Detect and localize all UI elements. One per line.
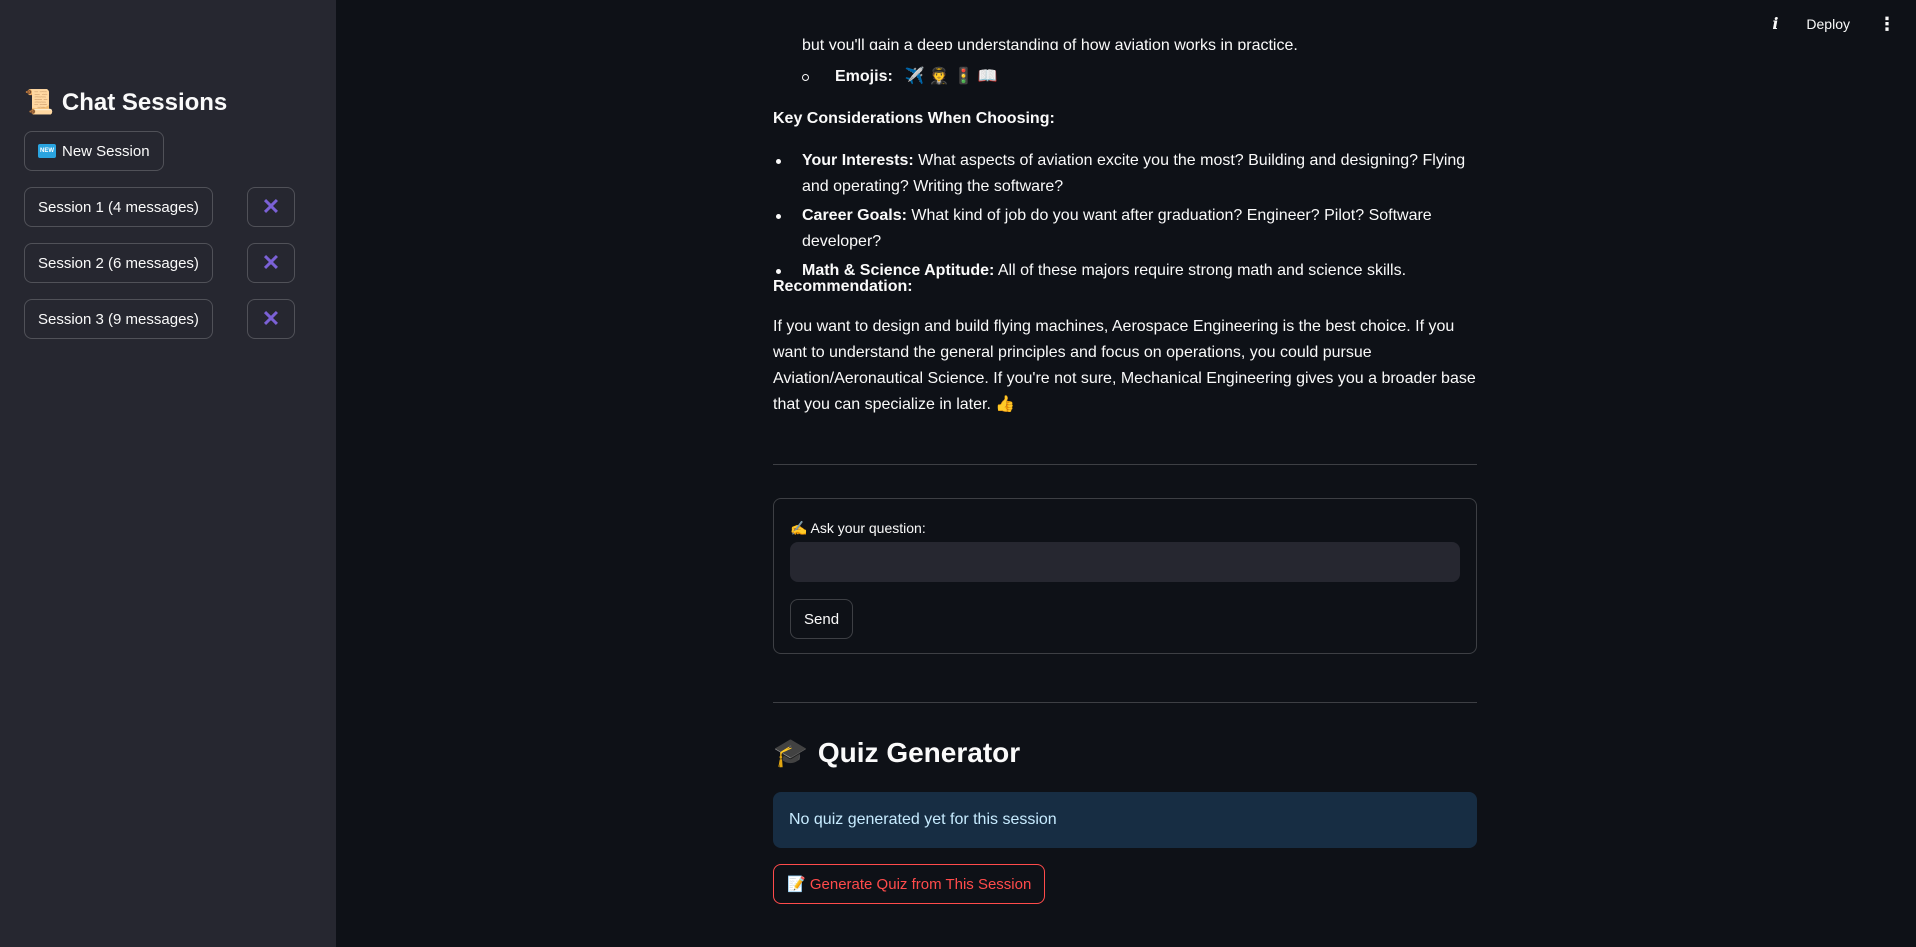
question-input[interactable]: [790, 542, 1460, 582]
new-icon: NEW: [38, 144, 56, 158]
item-text: All of these majors require strong math …: [994, 262, 1407, 279]
send-label: Send: [804, 610, 840, 628]
delete-session-3-button[interactable]: ✕: [247, 299, 295, 339]
recommendation-heading: Recommendation:: [773, 278, 913, 295]
send-button[interactable]: Send: [790, 599, 854, 639]
more-menu-icon[interactable]: ⋮: [1878, 15, 1896, 33]
session-row: Session 3 (9 messages) ✕: [24, 299, 312, 339]
sidebar-title: 📜 Chat Sessions: [24, 88, 312, 117]
list-item: Career Goals: What kind of job do you wa…: [773, 203, 1477, 255]
close-icon: ✕: [261, 250, 281, 275]
session-row: Session 2 (6 messages) ✕: [24, 243, 312, 283]
close-icon: ✕: [261, 194, 281, 219]
emojis-item: Emojis: ✈️ 🧑‍✈️ 🚦 📖: [802, 64, 998, 90]
delete-session-1-button[interactable]: ✕: [247, 187, 295, 227]
info-icon[interactable]: i: [1772, 14, 1778, 33]
generate-quiz-label: 📝 Generate Quiz from This Session: [787, 876, 1032, 893]
delete-session-2-button[interactable]: ✕: [247, 243, 295, 283]
divider: [773, 702, 1477, 703]
close-icon: ✕: [261, 306, 281, 331]
session-label: Session 3 (9 messages): [38, 310, 199, 328]
quiz-info-alert: No quiz generated yet for this session: [773, 792, 1477, 848]
emojis-value: ✈️ 🧑‍✈️ 🚦 📖: [904, 68, 998, 85]
session-row: Session 1 (4 messages) ✕: [24, 187, 312, 227]
quiz-info-text: No quiz generated yet for this session: [789, 811, 1057, 828]
sidebar: 📜 Chat Sessions NEW New Session Session …: [0, 0, 336, 947]
message-cutoff-text: but you'll gain a deep understanding of …: [802, 37, 1298, 50]
app-toolbar: i Deploy ⋮: [1772, 14, 1896, 33]
key-considerations-heading: Key Considerations When Choosing:: [773, 110, 1055, 127]
session-label: Session 2 (6 messages): [38, 254, 199, 272]
considerations-list: Your Interests: What aspects of aviation…: [773, 148, 1477, 287]
session-2-button[interactable]: Session 2 (6 messages): [24, 243, 213, 283]
sidebar-title-text: Chat Sessions: [61, 88, 228, 116]
question-label: ✍️ Ask your question:: [790, 520, 926, 536]
scroll-icon: 📜: [24, 89, 54, 116]
new-session-label: New Session: [62, 142, 150, 160]
graduation-cap-icon: 🎓: [773, 737, 808, 768]
list-item: Your Interests: What aspects of aviation…: [773, 148, 1477, 200]
recommendation-body: If you want to design and build flying m…: [773, 318, 1476, 413]
quiz-title-text: Quiz Generator: [817, 737, 1021, 768]
session-1-button[interactable]: Session 1 (4 messages): [24, 187, 213, 227]
deploy-button[interactable]: Deploy: [1806, 16, 1850, 32]
item-term: Your Interests:: [802, 152, 914, 169]
item-term: Career Goals:: [802, 207, 907, 224]
list-bullet: [802, 73, 809, 81]
generate-quiz-button[interactable]: 📝 Generate Quiz from This Session: [773, 864, 1046, 904]
session-label: Session 1 (4 messages): [38, 198, 199, 216]
quiz-title: 🎓 Quiz Generator: [773, 737, 1021, 768]
new-session-button[interactable]: NEW New Session: [24, 131, 164, 171]
question-form: ✍️ Ask your question: Send: [773, 498, 1477, 654]
session-3-button[interactable]: Session 3 (9 messages): [24, 299, 213, 339]
emojis-label: Emojis:: [835, 68, 893, 85]
divider: [773, 464, 1477, 465]
